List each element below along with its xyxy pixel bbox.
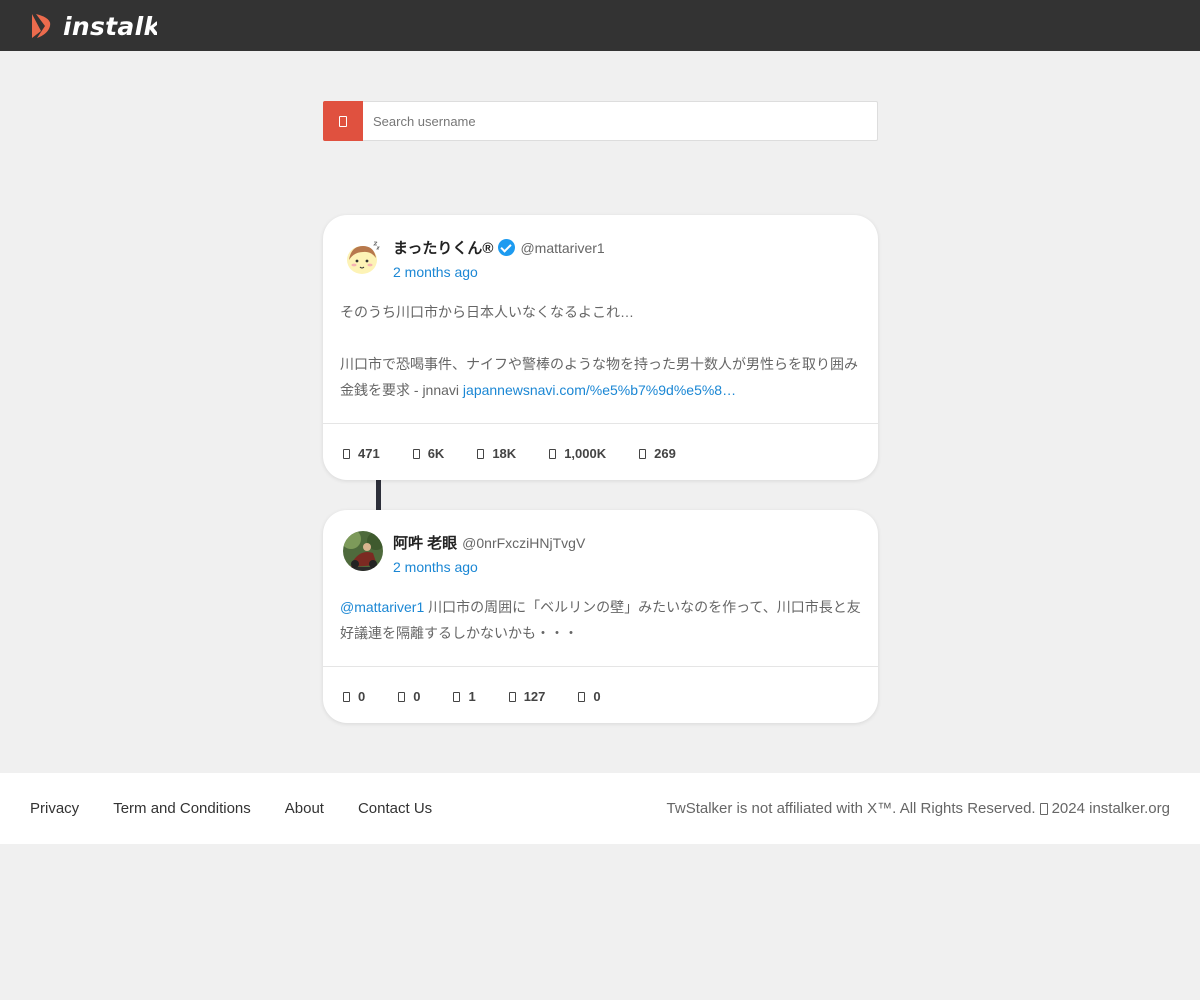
author-handle[interactable]: @mattariver1 (520, 240, 604, 256)
bookmark-icon (578, 691, 586, 702)
top-navbar: instalk (0, 0, 1200, 51)
footer: Privacy Term and Conditions About Contac… (0, 773, 1200, 844)
retweet-icon (398, 691, 406, 702)
tweet-card: まったりくん® @mattariver1 2 months ago そのうち川口… (323, 215, 878, 480)
post-link[interactable]: japannewsnavi.com/%e5%b7%9d%e5%8… (463, 382, 736, 398)
reply-stat[interactable]: 471 (343, 446, 380, 461)
retweet-icon (412, 448, 420, 459)
footer-link-terms[interactable]: Term and Conditions (113, 800, 251, 817)
views-icon (549, 448, 557, 459)
like-count: 18K (492, 446, 517, 461)
search-bar (323, 101, 878, 141)
like-stat[interactable]: 18K (477, 446, 516, 461)
reply-icon (343, 691, 350, 702)
author-row: 阿吽 老眼 @0nrFxcziHNjTvgV (393, 532, 585, 553)
retweet-stat[interactable]: 6K (412, 446, 445, 461)
reply-count: 471 (358, 446, 380, 461)
heart-icon (477, 448, 485, 459)
post-text: @mattariver1 川口市の周囲に「ベルリンの壁」みたいなのを作って、川口… (340, 594, 861, 646)
mention-link[interactable]: @mattariver1 (340, 599, 424, 615)
footer-link-contact[interactable]: Contact Us (358, 800, 432, 817)
view-stat[interactable]: 1,000K (549, 446, 606, 461)
view-count: 127 (523, 689, 546, 704)
reply-count: 0 (358, 689, 366, 704)
bookmark-count: 269 (654, 446, 676, 461)
view-count: 1,000K (564, 446, 607, 461)
post-stats: 471 6K 18K 1,000K 269 (343, 446, 709, 461)
footer-link-privacy[interactable]: Privacy (30, 800, 79, 817)
bookmark-icon (639, 448, 647, 459)
verified-badge-icon (498, 239, 516, 256)
copyright-note: TwStalker is not affiliated with X™. All… (667, 800, 1170, 817)
search-icon (339, 115, 347, 127)
post-time[interactable]: 2 months ago (393, 559, 478, 575)
logo-icon (32, 14, 51, 38)
retweet-stat[interactable]: 0 (398, 689, 420, 704)
footer-link-about[interactable]: About (285, 800, 324, 817)
author-row: まったりくん® @mattariver1 (393, 237, 605, 258)
copyright-text: 2024 instalker.org (1051, 800, 1170, 817)
avatar[interactable] (343, 236, 383, 276)
bookmark-count: 0 (593, 689, 601, 704)
search-button[interactable] (323, 101, 363, 141)
avatar-photo (343, 531, 383, 571)
retweet-count: 0 (413, 689, 421, 704)
logo-text: instalk (63, 11, 157, 41)
author-name[interactable]: まったりくん® (393, 237, 493, 258)
bookmark-stat[interactable]: 269 (639, 446, 676, 461)
divider (323, 423, 878, 424)
divider (323, 666, 878, 667)
post-text: そのうち川口市から日本人いなくなるよこれ… 川口市で恐喝事件、ナイフや警棒のよう… (340, 299, 861, 403)
footer-links: Privacy Term and Conditions About Contac… (30, 800, 466, 817)
disclaimer-text: TwStalker is not affiliated with X™. All… (666, 800, 1036, 817)
views-icon (508, 691, 516, 702)
view-stat[interactable]: 127 (508, 689, 546, 704)
thread-connector (376, 480, 381, 511)
avatar-illustration (343, 236, 383, 276)
like-stat[interactable]: 1 (453, 689, 476, 704)
retweet-count: 6K (427, 446, 445, 461)
post-stats: 0 0 1 127 0 (343, 689, 634, 704)
post-text-line: @mattariver1 川口市の周囲に「ベルリンの壁」みたいなのを作って、川口… (340, 594, 861, 646)
heart-icon (453, 691, 461, 702)
avatar[interactable] (343, 531, 383, 571)
copyright-icon (1039, 802, 1048, 815)
author-handle[interactable]: @0nrFxcziHNjTvgV (462, 535, 585, 551)
reply-icon (343, 448, 350, 459)
search-input[interactable] (363, 102, 877, 140)
bookmark-stat[interactable]: 0 (578, 689, 601, 704)
like-count: 1 (468, 689, 476, 704)
post-text-line: そのうち川口市から日本人いなくなるよこれ… (340, 304, 634, 320)
site-logo[interactable]: instalk (28, 10, 157, 42)
reply-stat[interactable]: 0 (343, 689, 365, 704)
author-name[interactable]: 阿吽 老眼 (393, 532, 457, 553)
tweet-card: 阿吽 老眼 @0nrFxcziHNjTvgV 2 months ago @mat… (323, 510, 878, 723)
post-text-line: 川口市で恐喝事件、ナイフや警棒のような物を持った男十数人が男性らを取り囲み金銭を… (340, 351, 861, 403)
post-time[interactable]: 2 months ago (393, 264, 478, 280)
